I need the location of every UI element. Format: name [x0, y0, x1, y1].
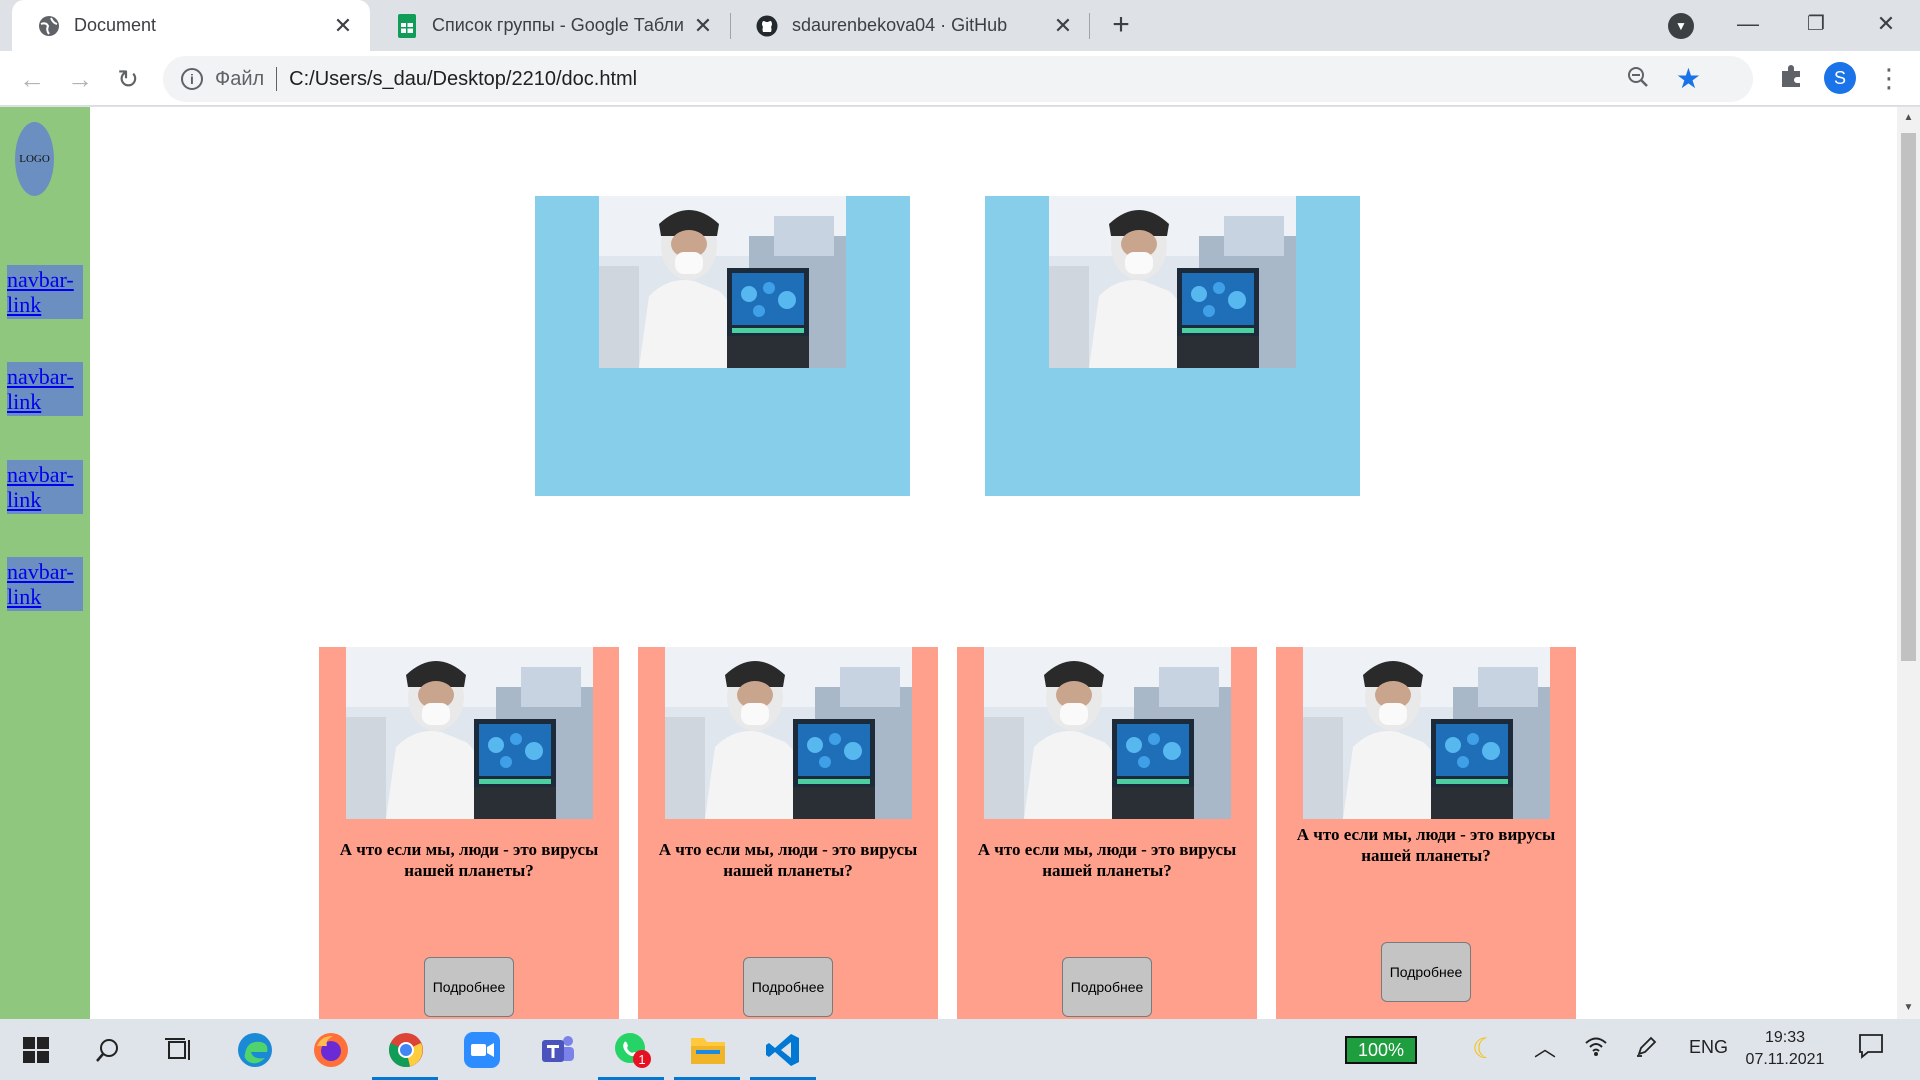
url-text[interactable]: C:/Users/s_dau/Desktop/2210/doc.html: [289, 68, 637, 91]
notification-icon[interactable]: [1858, 1033, 1884, 1064]
firefox-icon[interactable]: [311, 1030, 351, 1070]
zoom-app-icon[interactable]: [462, 1030, 502, 1070]
card-text: А что если мы, люди - это вирусы нашей п…: [339, 840, 599, 880]
scroll-down-arrow-icon[interactable]: ▼: [1897, 997, 1920, 1019]
pen-icon[interactable]: [1636, 1035, 1658, 1062]
address-bar[interactable]: i Файл C:/Users/s_dau/Desktop/2210/doc.h…: [163, 56, 1753, 102]
sidebar: LOGO navbar-link navbar-link navbar-link…: [0, 107, 90, 1019]
info-icon[interactable]: i: [181, 68, 203, 90]
article-card-4: А что если мы, люди - это вирусы нашей п…: [1276, 647, 1576, 1019]
lab-photo: [984, 647, 1231, 819]
scheme-label: Файл: [215, 67, 265, 90]
clock-time: 19:33: [1764, 1029, 1806, 1046]
tab-separator: [1089, 13, 1090, 39]
article-card-2: А что если мы, люди - это вирусы нашей п…: [638, 647, 938, 1019]
wifi-icon[interactable]: [1584, 1035, 1608, 1062]
page-viewport: LOGO navbar-link navbar-link navbar-link…: [0, 107, 1897, 1019]
edge-icon[interactable]: [235, 1030, 275, 1070]
minimize-icon[interactable]: —: [1728, 6, 1768, 42]
more-button[interactable]: Подробнее: [424, 957, 514, 1017]
new-tab-button[interactable]: +: [1105, 10, 1137, 42]
browser-toolbar: ← → ↻ i Файл C:/Users/s_dau/Desktop/2210…: [0, 51, 1920, 106]
lab-photo: [1303, 647, 1550, 819]
taskbar: 1 100% ☾ ︿ ENG 19:33 07.11.2021: [0, 1019, 1920, 1080]
navbar-link-3[interactable]: navbar-link: [7, 460, 83, 514]
lab-photo: [665, 647, 912, 819]
tab-title: Список группы - Google Таблиц: [432, 15, 684, 35]
window-close-icon[interactable]: ✕: [1866, 6, 1906, 42]
article-card-3: А что если мы, люди - это вирусы нашей п…: [957, 647, 1257, 1019]
card-text: А что если мы, люди - это вирусы нашей п…: [1296, 825, 1556, 865]
hero-card-2: [985, 196, 1360, 496]
lab-photo: [599, 196, 846, 368]
back-arrow-icon[interactable]: ←: [14, 61, 50, 97]
file-explorer-icon[interactable]: [688, 1030, 728, 1070]
clock[interactable]: 19:33 07.11.2021: [1740, 1027, 1830, 1071]
restore-icon[interactable]: ❐: [1796, 6, 1836, 42]
zoom-icon[interactable]: [1627, 66, 1649, 94]
tab-title: sdaurenbekova04 · GitHub: [792, 15, 1008, 35]
chevron-up-icon[interactable]: ︿: [1534, 1031, 1556, 1063]
vertical-scrollbar[interactable]: ▲ ▼: [1897, 107, 1920, 1019]
profile-avatar[interactable]: S: [1824, 62, 1856, 94]
logo: LOGO: [15, 122, 54, 196]
search-icon[interactable]: [88, 1030, 128, 1070]
vscode-icon[interactable]: [763, 1030, 803, 1070]
chrome-icon[interactable]: [386, 1030, 426, 1070]
scroll-up-arrow-icon[interactable]: ▲: [1897, 107, 1920, 129]
hero-card-1: [535, 196, 910, 496]
address-separator: [276, 67, 278, 91]
tab-document[interactable]: Document ✕: [12, 0, 370, 51]
sheets-icon: [396, 13, 418, 38]
tab-search-icon[interactable]: ▼: [1668, 13, 1694, 39]
tab-google-sheets[interactable]: Список группы - Google Таблиц ✕: [370, 0, 730, 51]
tab-title: Document: [74, 15, 157, 35]
bookmark-star-icon[interactable]: ★: [1676, 62, 1701, 95]
github-icon: [756, 15, 778, 37]
task-view-icon[interactable]: [159, 1030, 199, 1070]
reload-icon[interactable]: ↻: [110, 61, 146, 97]
lab-photo: [1049, 196, 1296, 368]
article-card-1: А что если мы, люди - это вирусы нашей п…: [319, 647, 619, 1019]
card-text: А что если мы, люди - это вирусы нашей п…: [658, 840, 918, 880]
teams-icon[interactable]: [537, 1030, 577, 1070]
clock-date: 07.11.2021: [1745, 1051, 1825, 1068]
more-button[interactable]: Подробнее: [1062, 957, 1152, 1017]
navbar-link-1[interactable]: navbar-link: [7, 265, 83, 319]
tab-strip: Document ✕ Список группы - Google Таблиц…: [0, 0, 1920, 51]
globe-icon: [38, 15, 60, 37]
battery-indicator[interactable]: 100%: [1345, 1036, 1417, 1064]
forward-arrow-icon[interactable]: →: [62, 61, 98, 97]
extensions-puzzle-icon[interactable]: [1776, 63, 1806, 93]
tab-github[interactable]: sdaurenbekova04 · GitHub ✕: [730, 0, 1090, 51]
card-text: А что если мы, люди - это вирусы нашей п…: [977, 840, 1237, 880]
night-light-moon-icon[interactable]: ☾: [1472, 1032, 1497, 1065]
whatsapp-badge: 1: [638, 1052, 645, 1067]
more-button[interactable]: Подробнее: [1381, 942, 1471, 1002]
lab-photo: [346, 647, 593, 819]
language-indicator[interactable]: ENG: [1689, 1037, 1728, 1058]
close-icon[interactable]: ✕: [692, 13, 714, 39]
navbar-link-4[interactable]: navbar-link: [7, 557, 83, 611]
scroll-thumb[interactable]: [1901, 133, 1916, 661]
windows-start-icon[interactable]: [16, 1030, 56, 1070]
close-icon[interactable]: ✕: [1052, 13, 1074, 39]
more-button[interactable]: Подробнее: [743, 957, 833, 1017]
navbar-link-2[interactable]: navbar-link: [7, 362, 83, 416]
whatsapp-icon[interactable]: 1: [612, 1030, 652, 1070]
menu-kebab-icon[interactable]: ⋮: [1876, 61, 1902, 95]
close-icon[interactable]: ✕: [332, 13, 354, 39]
